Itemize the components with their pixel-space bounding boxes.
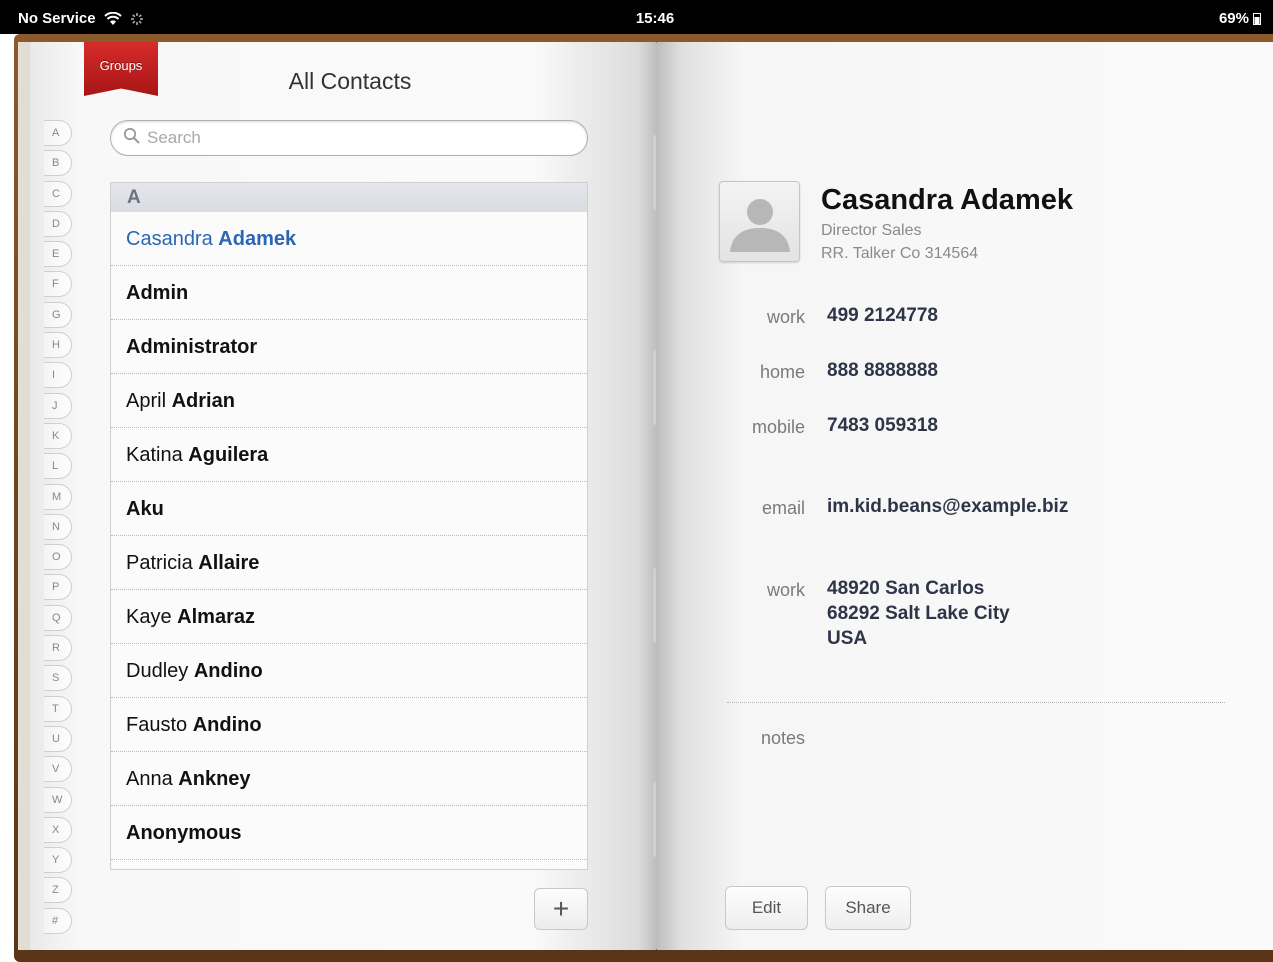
contact-first-name: Fausto — [126, 714, 188, 736]
phone-value-home[interactable]: 888 8888888 — [827, 360, 938, 382]
contact-last-name: Admin — [126, 282, 189, 304]
contact-row[interactable]: April Adrian — [111, 374, 587, 428]
contact-name: Casandra Adamek — [821, 184, 1073, 216]
spine-mark — [653, 135, 656, 210]
status-time: 15:46 — [635, 10, 675, 27]
search-icon — [123, 127, 141, 150]
index-letter[interactable]: B — [44, 150, 72, 177]
contact-list: A Casandra Adamek Admin Administrator April… — [110, 182, 588, 870]
contact-last-name: Almaraz — [177, 606, 255, 628]
status-bar: No Service 15:46 69% — [0, 0, 1273, 34]
contact-first-name: April — [126, 390, 167, 412]
contact-row[interactable]: Admin — [111, 266, 587, 320]
index-letter[interactable]: C — [44, 180, 72, 207]
phone-value-mobile[interactable]: 7483 059318 — [827, 415, 938, 437]
section-header: A — [111, 183, 587, 212]
spine-mark — [653, 568, 656, 643]
contact-last-name: Andino — [193, 660, 263, 682]
contact-last-name: Anonymous — [126, 822, 242, 844]
notes-divider — [727, 702, 1225, 703]
contact-row[interactable]: Casandra Adamek — [111, 212, 587, 266]
email-value[interactable]: im.kid.beans@example.biz — [827, 496, 1068, 518]
contact-last-name: Allaire — [198, 552, 260, 574]
index-letter[interactable]: H — [44, 332, 72, 359]
contact-row[interactable]: Anna Ankney — [111, 752, 587, 806]
notes-label: notes — [760, 728, 805, 748]
search-bar[interactable] — [110, 120, 588, 156]
index-letter[interactable]: M — [44, 483, 72, 510]
contact-row[interactable]: Katina Aguilera — [111, 428, 587, 482]
contact-last-name: Aguilera — [188, 444, 269, 466]
phone-value-work[interactable]: 499 2124778 — [827, 305, 938, 327]
phone-label-home: home — [759, 362, 805, 382]
search-input[interactable] — [147, 128, 567, 148]
battery-percent: 69% — [1218, 10, 1249, 27]
edit-button[interactable]: Edit — [725, 886, 808, 930]
battery-icon — [1253, 12, 1261, 25]
index-letter[interactable]: U — [44, 725, 72, 752]
index-letter[interactable]: A — [44, 120, 72, 146]
page-title: All Contacts — [288, 68, 412, 94]
index-letter[interactable]: Y — [44, 847, 72, 874]
index-letter[interactable]: D — [44, 210, 72, 237]
index-letter[interactable]: P — [44, 574, 72, 601]
contact-first-name: Katina — [126, 444, 183, 466]
index-letter[interactable]: N — [44, 513, 72, 540]
contact-row[interactable]: Aku — [111, 482, 587, 536]
address-line: 48920 San Carlos — [827, 578, 985, 599]
index-letter[interactable]: Q — [44, 604, 72, 631]
add-contact-button[interactable]: + — [534, 888, 588, 930]
phone-label-work: work — [766, 307, 805, 327]
contact-row[interactable]: Anonymous — [111, 806, 587, 860]
contact-last-name: Administrator — [126, 336, 258, 358]
contact-row[interactable]: Fausto Andino — [111, 698, 587, 752]
avatar[interactable] — [719, 181, 800, 262]
groups-button[interactable]: Groups — [84, 42, 158, 96]
spine-mark — [653, 350, 656, 425]
address-value[interactable]: 48920 San Carlos 68292 Salt Lake City US… — [827, 576, 1010, 651]
index-letter[interactable]: # — [44, 907, 72, 934]
index-letter[interactable]: W — [44, 786, 72, 813]
index-letter[interactable]: X — [44, 816, 72, 843]
contact-row[interactable]: Administrator — [111, 320, 587, 374]
contact-last-name: Adamek — [218, 228, 297, 250]
index-letter[interactable]: I — [44, 362, 72, 389]
contact-first-name: Anna — [126, 768, 173, 790]
spine-mark — [653, 782, 656, 857]
index-letter[interactable]: E — [44, 241, 72, 268]
share-button[interactable]: Share — [825, 886, 911, 930]
contact-last-name: Andino — [192, 714, 262, 736]
contact-last-name: Ankney — [178, 768, 251, 790]
contact-row[interactable]: Dudley Andino — [111, 644, 587, 698]
index-letter[interactable]: R — [44, 635, 72, 662]
contact-first-name: Casandra — [126, 228, 213, 250]
contact-first-name: Dudley — [126, 660, 189, 682]
index-letter[interactable]: O — [44, 544, 72, 571]
index-letter[interactable]: L — [44, 453, 72, 480]
contact-first-name: Kaye — [126, 606, 172, 628]
contact-job-title: Director Sales — [821, 222, 922, 239]
contact-last-name: Adrian — [171, 390, 235, 412]
index-letter[interactable]: T — [44, 695, 72, 722]
status-right: 69% — [1219, 10, 1261, 27]
index-letter[interactable]: F — [44, 271, 72, 298]
person-silhouette-icon — [730, 199, 790, 252]
address-line: 68292 Salt Lake City — [827, 603, 1010, 624]
index-letter[interactable]: Z — [44, 877, 72, 904]
index-letter[interactable]: G — [44, 301, 72, 328]
phone-label-mobile: mobile — [751, 417, 805, 437]
contact-last-name: Aku — [126, 498, 164, 520]
index-letter[interactable]: J — [44, 392, 72, 419]
index-letter[interactable]: V — [44, 756, 72, 783]
index-letter[interactable]: S — [44, 665, 72, 692]
index-letter[interactable]: K — [44, 422, 72, 449]
contact-first-name: Patricia — [126, 552, 193, 574]
contact-company: RR. Talker Co 314564 — [821, 245, 979, 262]
address-label: work — [766, 580, 805, 600]
contact-row[interactable]: Patricia Allaire — [111, 536, 587, 590]
email-label: email — [761, 498, 805, 518]
alphabet-index[interactable]: A B C D E F G H I J K L M N O P Q R S T U V W X Y Z # — [44, 120, 74, 938]
address-line: USA — [827, 628, 868, 649]
contact-row[interactable]: Kaye Almaraz — [111, 590, 587, 644]
